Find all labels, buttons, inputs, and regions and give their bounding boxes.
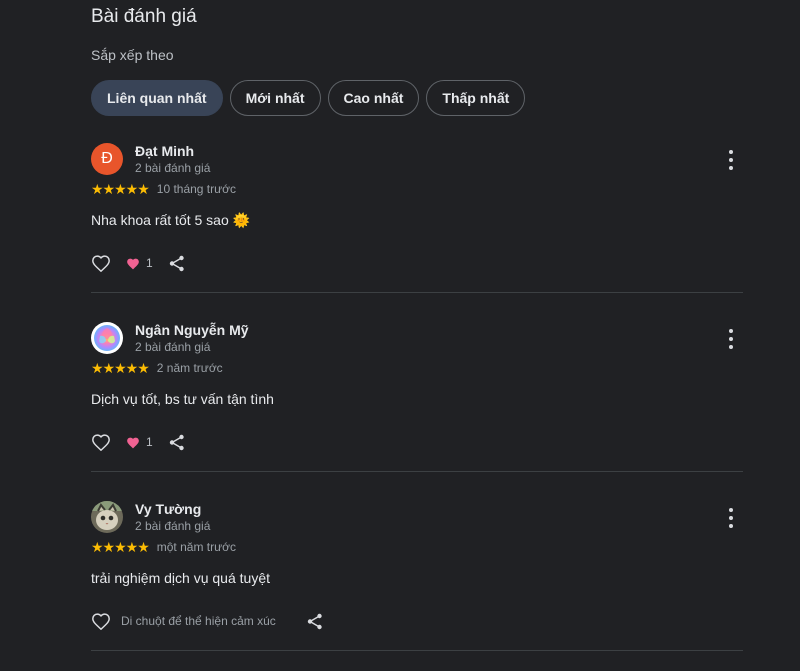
more-options-button[interactable] [723, 508, 739, 528]
section-title: Bài đánh giá [91, 6, 197, 27]
reviewer-review-count: 2 bài đánh giá [135, 340, 211, 354]
sort-label: Sắp xếp theo [91, 47, 174, 63]
heart-icon [127, 437, 139, 448]
rainbow-rose-avatar[interactable] [91, 322, 123, 354]
divider [91, 292, 743, 293]
reaction-hint: Di chuột để thể hiện cảm xúc [121, 614, 276, 628]
sort-chip-highest[interactable]: Cao nhất [327, 80, 420, 116]
share-icon [169, 434, 184, 450]
more-options-button[interactable] [723, 150, 739, 170]
stars: ★★★★★ [91, 181, 150, 197]
star-rating: ★★★★★ một năm trước [91, 540, 236, 554]
review-actions: Di chuột để thể hiện cảm xúc [91, 606, 324, 636]
reviewer-name[interactable]: Đạt Minh [135, 143, 194, 159]
review-actions: 1 [91, 427, 186, 457]
share-button[interactable] [168, 433, 186, 451]
reaction-count: 1 [146, 256, 153, 270]
stars: ★★★★★ [91, 360, 150, 376]
reviewer-review-count: 2 bài đánh giá [135, 161, 211, 175]
review-text: Nha khoa rất tốt 5 sao 🌞 [91, 212, 251, 228]
star-rating: ★★★★★ 10 tháng trước [91, 182, 236, 196]
review-text: trải nghiệm dịch vụ quá tuyệt [91, 570, 270, 586]
review-time: một năm trước [156, 540, 237, 554]
share-icon [169, 255, 184, 271]
like-button[interactable] [91, 253, 111, 273]
review-time: 2 năm trước [156, 361, 223, 375]
avatar[interactable]: Đ [91, 143, 123, 175]
review-time: 10 tháng trước [156, 182, 237, 196]
reviewer-name[interactable]: Ngân Nguyễn Mỹ [135, 322, 249, 338]
share-button[interactable] [168, 254, 186, 272]
sort-chips: Liên quan nhất Mới nhất Cao nhất Thấp nh… [91, 80, 526, 116]
share-icon [307, 613, 322, 629]
heart-outline-icon [92, 255, 110, 272]
like-button[interactable] [91, 432, 111, 452]
reaction-summary[interactable]: 1 [126, 256, 153, 270]
sort-chip-relevant[interactable]: Liên quan nhất [91, 80, 223, 116]
reaction-count: 1 [146, 435, 153, 449]
heart-icon [127, 258, 139, 269]
sort-chip-newest[interactable]: Mới nhất [229, 80, 321, 116]
sort-chip-lowest[interactable]: Thấp nhất [426, 80, 526, 116]
star-rating: ★★★★★ 2 năm trước [91, 361, 223, 375]
share-button[interactable] [306, 612, 324, 630]
heart-outline-icon [92, 434, 110, 451]
review-item: Vy Tường 2 bài đánh giá ★★★★★ một năm tr… [91, 492, 743, 671]
divider [91, 650, 743, 651]
review-actions: 1 [91, 248, 186, 278]
stars: ★★★★★ [91, 539, 150, 555]
like-button[interactable] [91, 611, 111, 631]
reviewer-name[interactable]: Vy Tường [135, 501, 201, 517]
reaction-summary[interactable]: 1 [126, 435, 153, 449]
heart-outline-icon [92, 613, 110, 630]
divider [91, 471, 743, 472]
review-item: Đ Đạt Minh 2 bài đánh giá ★★★★★ 10 tháng… [91, 134, 743, 313]
cat-photo-avatar[interactable] [91, 501, 123, 533]
reviewer-review-count: 2 bài đánh giá [135, 519, 211, 533]
more-options-button[interactable] [723, 329, 739, 349]
review-item: Ngân Nguyễn Mỹ 2 bài đánh giá ★★★★★ 2 nă… [91, 313, 743, 492]
review-text: Dịch vụ tốt, bs tư vấn tận tình [91, 391, 274, 407]
